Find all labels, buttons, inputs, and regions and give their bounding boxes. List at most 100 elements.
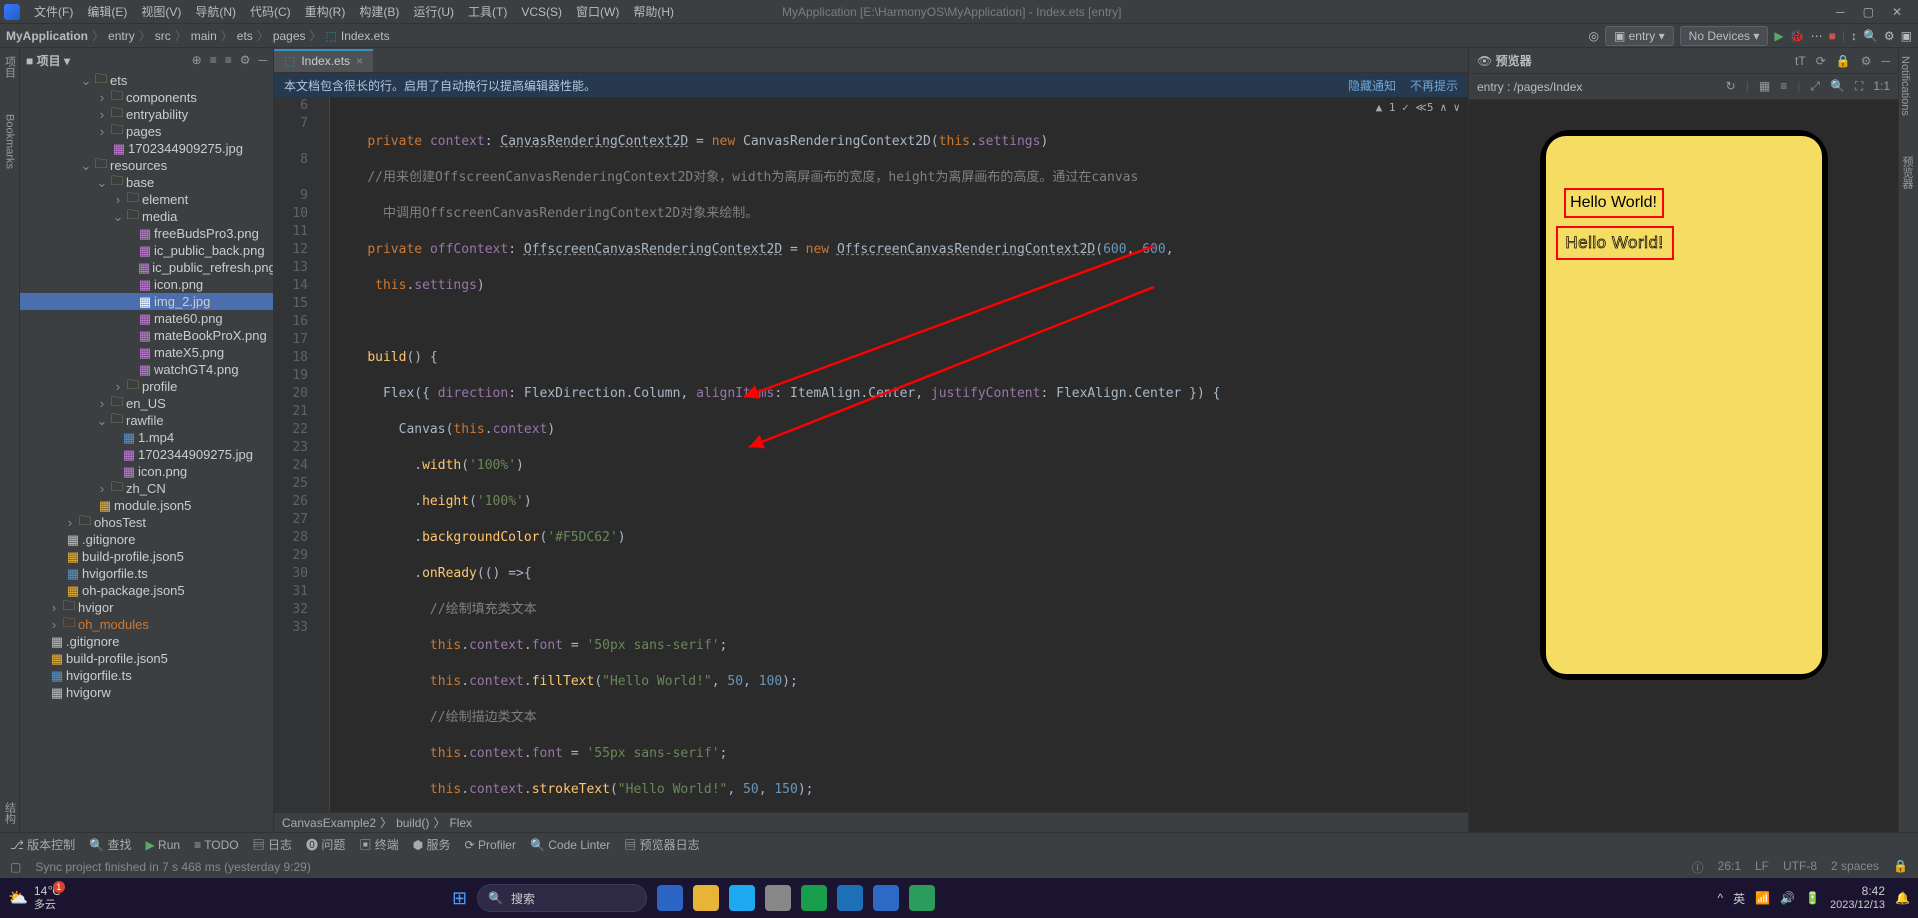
gear-icon[interactable]: ⚙ [1861,54,1872,68]
tray-ime-icon[interactable]: 英 [1733,890,1745,907]
fullscreen-icon[interactable]: ⛶ [1855,79,1863,94]
stop-icon[interactable]: ■ [1829,29,1836,43]
taskbar-app-8[interactable] [909,885,935,911]
previewer-tool-button[interactable]: 预览器 [1899,156,1915,189]
hide-panel-icon[interactable]: ─ [1881,54,1890,68]
status-indent[interactable]: 2 spaces [1831,859,1879,876]
crumb-root[interactable]: MyApplication [6,29,88,43]
menu-build[interactable]: 构建(B) [353,1,405,22]
debug-icon[interactable]: 🐞 [1790,29,1805,43]
crumb-entry[interactable]: entry [108,29,135,43]
editor-breadcrumb[interactable]: CanvasExample2〉build()〉Flex [274,812,1468,832]
taskbar-app-5[interactable] [801,885,827,911]
menu-tools[interactable]: 工具(T) [462,1,513,22]
status-le[interactable]: LF [1755,859,1769,876]
target-any-icon[interactable]: ⊕ [192,53,202,67]
terminal-tool[interactable]: ▣ 终端 [359,836,398,853]
tray-chevron-icon[interactable]: ^ [1717,891,1723,905]
tray-wifi-icon[interactable]: 📶 [1755,891,1770,905]
tray-battery-icon[interactable]: 🔋 [1805,891,1820,905]
menu-refactor[interactable]: 重构(R) [299,1,352,22]
menu-edit[interactable]: 编辑(E) [81,1,133,22]
crumb-file[interactable]: Index.ets [341,29,390,43]
maximize-icon[interactable]: ▢ [1863,5,1874,19]
structure-tool-button[interactable]: 结构 [2,802,18,824]
zoom-icon[interactable]: 🔍 [1830,79,1845,94]
git-update-icon[interactable]: ↕ [1851,29,1857,43]
taskbar-app-6[interactable] [837,885,863,911]
lock-icon[interactable]: 🔒 [1836,54,1851,68]
agent-icon[interactable]: ▣ [1901,29,1912,43]
linter-tool[interactable]: 🔍 Code Linter [530,838,610,852]
banner-hide[interactable]: 隐藏通知 [1348,77,1396,94]
code-editor[interactable]: ▲ 1 ✓ ≪5 ∧ ∨ private context: CanvasRend… [330,97,1468,812]
project-tree[interactable]: ⌄🗀ets ›🗀components ›🗀entryability ›🗀page… [20,72,273,832]
fold-gutter[interactable] [316,97,330,812]
menu-window[interactable]: 窗口(W) [570,1,625,22]
grid-icon[interactable]: ▦ [1759,79,1770,94]
menu-vcs[interactable]: VCS(S) [515,3,568,21]
collapse-icon[interactable]: ≡ [225,53,232,67]
weather-widget[interactable]: ⛅ 14℃多云 [8,885,61,910]
ratio-label[interactable]: 1:1 [1873,79,1890,94]
profiler-tool[interactable]: ⟳ Profiler [465,838,516,852]
lock-icon[interactable]: 🔒 [1893,859,1908,876]
status-line-col[interactable]: 26:1 [1718,859,1741,876]
log-tool[interactable]: ▤ 日志 [253,836,292,853]
crop-icon[interactable]: ⤢ [1810,79,1820,94]
close-icon[interactable]: ✕ [1892,5,1902,19]
bars-icon[interactable]: ≡ [1780,79,1787,94]
menu-code[interactable]: 代码(C) [244,1,297,22]
find-tool[interactable]: 🔍 查找 [89,836,131,853]
gear-icon[interactable]: ⚙ [1884,29,1895,43]
search-icon[interactable]: 🔍 [1863,29,1878,43]
run-icon[interactable]: ▶ [1774,29,1783,43]
target-icon[interactable]: ◎ [1588,29,1598,43]
taskbar-app-4[interactable] [765,885,791,911]
menu-view[interactable]: 视图(V) [135,1,187,22]
menu-file[interactable]: 文件(F) [28,1,79,22]
inspection-icon[interactable]: ⓘ [1692,859,1704,876]
previewlog-tool[interactable]: ▤ 预览器日志 [624,836,699,853]
bookmarks-tool-button[interactable]: Bookmarks [4,114,16,169]
tray-notifications-icon[interactable]: 🔔 [1895,891,1910,905]
project-tool-button[interactable]: 项目 [2,56,18,78]
hide-panel-icon[interactable]: ─ [258,53,267,67]
taskbar-app-1[interactable] [657,885,683,911]
device-screen: Hello World! Hello World! [1546,136,1822,674]
todo-tool[interactable]: ≡ TODO [194,838,239,852]
status-encoding[interactable]: UTF-8 [1783,859,1817,876]
menu-help[interactable]: 帮助(H) [627,1,680,22]
text-size-icon[interactable]: tT [1795,54,1806,68]
crumb-pages[interactable]: pages [273,29,306,43]
expand-icon[interactable]: ≡ [210,53,217,67]
device-select[interactable]: No Devices ▾ [1680,26,1769,46]
tray-volume-icon[interactable]: 🔊 [1780,891,1795,905]
taskbar-app-7[interactable] [873,885,899,911]
problems-tool[interactable]: ⓿ 问题 [306,836,345,853]
event-log-icon[interactable]: ▢ [10,860,21,874]
vc-tool[interactable]: ⎇ 版本控制 [10,836,75,853]
crumb-src[interactable]: src [155,29,171,43]
windows-search[interactable]: 🔍 搜索 [477,884,647,912]
tab-index-ets[interactable]: ⬚Index.ets× [274,49,373,72]
start-icon[interactable]: ⊞ [452,888,467,909]
crumb-main[interactable]: main [191,29,217,43]
banner-dontshow[interactable]: 不再提示 [1410,77,1458,94]
menu-nav[interactable]: 导航(N) [189,1,242,22]
more-run-icon[interactable]: ⋯ [1811,29,1823,43]
run-config-select[interactable]: ▣ entry ▾ [1605,26,1674,46]
crumb-ets[interactable]: ets [237,29,253,43]
taskbar-app-2[interactable] [693,885,719,911]
inspections-summary[interactable]: ▲ 1 ✓ ≪5 ∧ ∨ [1376,99,1460,117]
refresh-icon[interactable]: ⟳ [1816,54,1826,68]
minimize-icon[interactable]: ─ [1836,5,1845,19]
tray-clock[interactable]: 8:422023/12/13 [1830,885,1885,910]
taskbar-app-3[interactable] [729,885,755,911]
run-tool[interactable]: ▶ Run [145,838,180,852]
menu-run[interactable]: 运行(U) [407,1,460,22]
notifications-tool-button[interactable]: Notifications [1899,56,1911,116]
services-tool[interactable]: ⬢ 服务 [413,836,451,853]
gear-icon[interactable]: ⚙ [240,53,251,67]
refresh-icon[interactable]: ↻ [1726,79,1736,94]
